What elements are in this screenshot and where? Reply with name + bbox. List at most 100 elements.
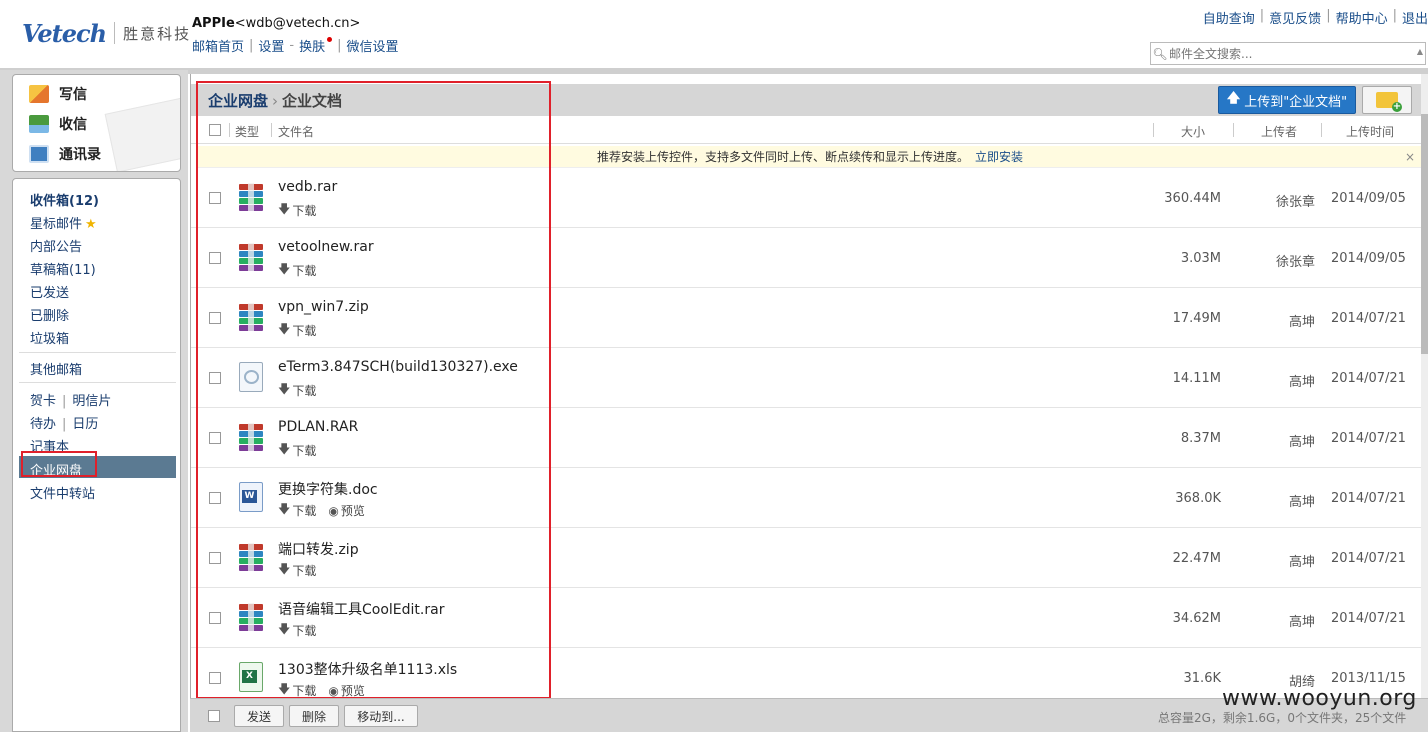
file-size: 3.03M bbox=[1180, 251, 1221, 266]
file-uploader: 徐张章 bbox=[1275, 255, 1315, 270]
folder-transfer[interactable]: 文件中转站 bbox=[30, 483, 95, 502]
new-folder-button[interactable] bbox=[1362, 86, 1412, 114]
column-divider bbox=[1321, 123, 1322, 137]
logo-mark: Vetech bbox=[22, 18, 107, 48]
column-divider bbox=[1153, 123, 1154, 137]
file-date: 2014/07/21 bbox=[1331, 311, 1406, 326]
link-postcard[interactable]: 明信片 bbox=[72, 394, 111, 409]
user-name: APPIe bbox=[192, 16, 235, 31]
tools-row-1: 贺卡 | 明信片 bbox=[30, 390, 111, 409]
envelope-decoration bbox=[104, 97, 180, 171]
folder-internal[interactable]: 内部公告 bbox=[30, 236, 82, 255]
link-logout[interactable]: 退出 bbox=[1402, 8, 1428, 27]
link-feedback[interactable]: 意见反馈 bbox=[1269, 8, 1321, 27]
user-email: <wdb@vetech.cn> bbox=[234, 16, 361, 31]
link-help[interactable]: 帮助中心 bbox=[1336, 8, 1388, 27]
account-info: APPIe<wdb@vetech.cn> bbox=[192, 16, 360, 31]
file-date: 2014/07/21 bbox=[1331, 371, 1406, 386]
separator: | bbox=[62, 417, 67, 432]
link-change-skin[interactable]: 换肤 bbox=[299, 36, 325, 55]
folder-starred-label: 星标邮件 bbox=[30, 217, 83, 232]
install-link[interactable]: 立即安装 bbox=[975, 150, 1023, 164]
file-size: 31.6K bbox=[1183, 671, 1221, 686]
close-icon[interactable]: × bbox=[1405, 146, 1415, 168]
watermark: www.wooyun.org bbox=[1222, 686, 1417, 711]
file-date: 2014/09/05 bbox=[1331, 191, 1406, 206]
header: Vetech 胜意科技 APPIe<wdb@vetech.cn> 邮箱首页 | … bbox=[0, 0, 1428, 68]
link-wechat-settings[interactable]: 微信设置 bbox=[347, 36, 399, 55]
column-divider bbox=[1233, 123, 1234, 137]
scrollbar[interactable] bbox=[1421, 74, 1428, 698]
folder-trash[interactable]: 垃圾箱 bbox=[30, 328, 69, 347]
upload-arrow-icon: 🡅 bbox=[1226, 91, 1241, 106]
contacts-button[interactable]: 通讯录 bbox=[29, 144, 101, 164]
link-mailbox-home[interactable]: 邮箱首页 bbox=[192, 36, 244, 55]
account-links: 邮箱首页 | 设置 - 换肤 | 微信设置 bbox=[192, 36, 399, 55]
folder-drafts[interactable]: 草稿箱(11) bbox=[30, 259, 96, 278]
separator: | bbox=[337, 38, 342, 53]
file-uploader: 徐张章 bbox=[1275, 195, 1315, 210]
highlight-box-netdisk bbox=[21, 451, 97, 477]
contacts-label: 通讯录 bbox=[59, 147, 101, 163]
file-uploader: 高坤 bbox=[1288, 495, 1315, 510]
separator: | bbox=[1259, 8, 1265, 23]
upload-button-label: 上传到"企业文档" bbox=[1244, 94, 1348, 110]
file-size: 368.0K bbox=[1175, 491, 1221, 506]
compose-panel: 写信 收信 通讯录 bbox=[12, 74, 181, 172]
inbox-download-icon bbox=[29, 115, 49, 133]
link-settings[interactable]: 设置 bbox=[258, 36, 284, 55]
separator: - bbox=[289, 38, 295, 53]
separator: | bbox=[249, 38, 254, 53]
folder-divider bbox=[19, 382, 176, 383]
delete-button[interactable]: 删除 bbox=[289, 705, 339, 727]
link-greeting-card[interactable]: 贺卡 bbox=[30, 394, 56, 409]
file-size: 17.49M bbox=[1172, 311, 1221, 326]
file-uploader: 高坤 bbox=[1288, 615, 1315, 630]
notification-dot bbox=[327, 37, 333, 42]
search-box[interactable]: 🔍︎ ▲ bbox=[1150, 42, 1426, 65]
scroll-up-icon[interactable]: ▲ bbox=[1417, 47, 1423, 56]
file-date: 2014/07/21 bbox=[1331, 611, 1406, 626]
notice-text: 推荐安装上传控件，支持多文件同时上传、断点续传和显示上传进度。 bbox=[596, 150, 969, 164]
logo-company-name: 胜意科技 bbox=[123, 24, 192, 43]
select-all-bottom-checkbox[interactable] bbox=[208, 710, 220, 722]
compose-icon bbox=[29, 85, 49, 103]
compose-button[interactable]: 写信 bbox=[29, 84, 87, 104]
file-date: 2014/07/21 bbox=[1331, 431, 1406, 446]
file-uploader: 高坤 bbox=[1288, 555, 1315, 570]
link-todo[interactable]: 待办 bbox=[30, 417, 56, 432]
separator: | bbox=[1392, 8, 1397, 23]
folder-sent[interactable]: 已发送 bbox=[30, 282, 69, 301]
send-button[interactable]: 发送 bbox=[234, 705, 284, 727]
compose-label: 写信 bbox=[59, 87, 87, 103]
tools-row-2: 待办 | 日历 bbox=[30, 413, 98, 432]
search-input[interactable] bbox=[1169, 46, 1409, 61]
logo-divider bbox=[114, 22, 116, 44]
file-uploader: 高坤 bbox=[1288, 315, 1315, 330]
folder-inbox[interactable]: 收件箱(12) bbox=[30, 190, 99, 209]
logo[interactable]: Vetech 胜意科技 bbox=[22, 18, 191, 48]
folder-deleted[interactable]: 已删除 bbox=[30, 305, 69, 324]
search-icon[interactable]: 🔍︎ bbox=[1151, 47, 1169, 61]
upload-button[interactable]: 🡅 上传到"企业文档" bbox=[1218, 86, 1356, 114]
file-size: 8.37M bbox=[1180, 431, 1221, 446]
folder-divider bbox=[19, 352, 176, 353]
folder-other[interactable]: 其他邮箱 bbox=[30, 359, 82, 378]
file-size: 360.44M bbox=[1164, 191, 1221, 206]
file-uploader: 高坤 bbox=[1288, 435, 1315, 450]
column-size[interactable]: 大小 bbox=[1181, 123, 1205, 140]
file-uploader: 高坤 bbox=[1288, 375, 1315, 390]
move-to-button[interactable]: 移动到... bbox=[344, 705, 418, 727]
quota-text: 总容量2G，剩余1.6G，0个文件夹，25个文件 bbox=[1158, 711, 1407, 725]
folder-starred[interactable]: 星标邮件 ★ bbox=[30, 213, 97, 232]
link-self-query[interactable]: 自助查询 bbox=[1203, 8, 1255, 27]
column-uploader[interactable]: 上传者 bbox=[1261, 123, 1297, 140]
file-date: 2014/07/21 bbox=[1331, 551, 1406, 566]
new-folder-icon bbox=[1376, 92, 1402, 112]
scrollbar-thumb[interactable] bbox=[1421, 114, 1428, 354]
file-date: 2013/11/15 bbox=[1331, 671, 1406, 686]
link-calendar[interactable]: 日历 bbox=[72, 417, 98, 432]
column-upload-time[interactable]: 上传时间 bbox=[1346, 123, 1394, 140]
receive-button[interactable]: 收信 bbox=[29, 114, 87, 134]
separator: | bbox=[1326, 8, 1331, 23]
